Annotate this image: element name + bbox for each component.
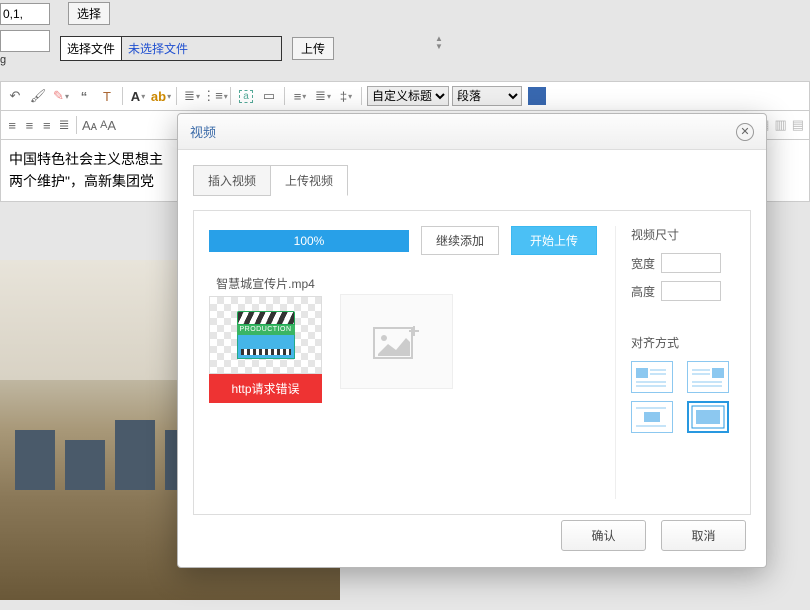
- align-option-3[interactable]: [631, 401, 673, 433]
- height-label: 高度: [631, 283, 655, 300]
- dialog-title: 视频: [190, 122, 216, 141]
- format-paint-icon[interactable]: ✎: [51, 86, 71, 106]
- height-input[interactable]: [661, 281, 721, 301]
- numeric-input[interactable]: [0, 3, 50, 25]
- highlight-icon[interactable]: ab: [151, 86, 171, 106]
- width-label: 宽度: [631, 255, 655, 272]
- upload-progress-bar: 100%: [209, 230, 409, 252]
- dialog-header: 视频 ✕: [178, 114, 766, 150]
- continue-add-button[interactable]: 继续添加: [421, 226, 499, 255]
- align-option-1[interactable]: [631, 361, 673, 393]
- number-stepper[interactable]: ▲ ▼: [435, 35, 443, 51]
- editor-toolbar: ↶ 🖌 ✎ “ T A ab ≣ ⋮≡ a ▭ ≡ ≣ ‡ 自定义标题 段落: [0, 81, 810, 111]
- font-size-icon[interactable]: AA: [100, 115, 116, 135]
- video-size-label: 视频尺寸: [631, 226, 735, 243]
- align-justify-icon[interactable]: ≣: [57, 115, 71, 135]
- align-right-icon[interactable]: ≡: [40, 115, 54, 135]
- brush-icon[interactable]: 🖌: [28, 86, 48, 106]
- align-label: 对齐方式: [631, 334, 735, 351]
- g-label: g: [0, 54, 50, 66]
- cancel-button[interactable]: 取消: [661, 520, 746, 551]
- text-style-icon[interactable]: T: [97, 86, 117, 106]
- upload-button-top[interactable]: 上传: [292, 37, 334, 60]
- abc-box-icon[interactable]: a: [236, 86, 256, 106]
- line-height-icon[interactable]: ‡: [336, 86, 356, 106]
- clapperboard-icon: PRODUCTION: [237, 311, 295, 359]
- tab-insert-video[interactable]: 插入视频: [193, 165, 271, 196]
- align-option-4[interactable]: [687, 401, 729, 433]
- file-status-text: 未选择文件: [122, 36, 282, 61]
- secondary-input[interactable]: [0, 30, 50, 52]
- ok-button[interactable]: 确认: [561, 520, 646, 551]
- width-input[interactable]: [661, 253, 721, 273]
- case-icon[interactable]: Aᴀ: [82, 115, 97, 135]
- align2-icon[interactable]: ≣: [313, 86, 333, 106]
- stepper-down-icon[interactable]: ▼: [435, 43, 443, 51]
- paragraph-select[interactable]: 段落: [452, 86, 522, 106]
- tab-upload-video[interactable]: 上传视频: [271, 165, 348, 196]
- font-color-icon[interactable]: A: [128, 86, 148, 106]
- uploaded-file-thumb[interactable]: 智慧城宣传片.mp4 PRODUCTION http请求错误: [209, 275, 322, 403]
- table3-icon[interactable]: ▤: [791, 115, 805, 135]
- upload-error-label: http请求错误: [209, 374, 322, 403]
- choose-file-button[interactable]: 选择文件: [60, 36, 122, 61]
- upload-panel: 100% 继续添加 开始上传 智慧城宣传片.mp4 PRODUCTION: [193, 210, 751, 515]
- align-center-icon[interactable]: ≡: [22, 115, 36, 135]
- title-style-select[interactable]: 自定义标题: [367, 86, 449, 106]
- start-upload-button[interactable]: 开始上传: [511, 226, 597, 255]
- align-option-2[interactable]: [687, 361, 729, 393]
- undo-icon[interactable]: ↶: [5, 86, 25, 106]
- align-left-icon[interactable]: ≡: [5, 115, 19, 135]
- add-file-placeholder[interactable]: [340, 294, 453, 389]
- dialog-tabs: 插入视频 上传视频: [193, 165, 751, 196]
- align-icon[interactable]: ≡: [290, 86, 310, 106]
- ordered-list-icon[interactable]: ≣: [182, 86, 202, 106]
- file-name-label: 智慧城宣传片.mp4: [209, 275, 322, 292]
- page-icon[interactable]: ▭: [259, 86, 279, 106]
- unordered-list-icon[interactable]: ⋮≡: [205, 86, 225, 106]
- table2-icon[interactable]: ▥: [773, 115, 787, 135]
- video-dialog: 视频 ✕ 插入视频 上传视频 100% 继续添加 开始上传 智慧城宣传片.mp4: [177, 113, 767, 568]
- quote-icon[interactable]: “: [74, 86, 94, 106]
- select-button[interactable]: 选择: [68, 2, 110, 25]
- close-icon[interactable]: ✕: [736, 123, 754, 141]
- fullscreen-icon[interactable]: [528, 87, 546, 105]
- image-plus-icon: [372, 322, 422, 362]
